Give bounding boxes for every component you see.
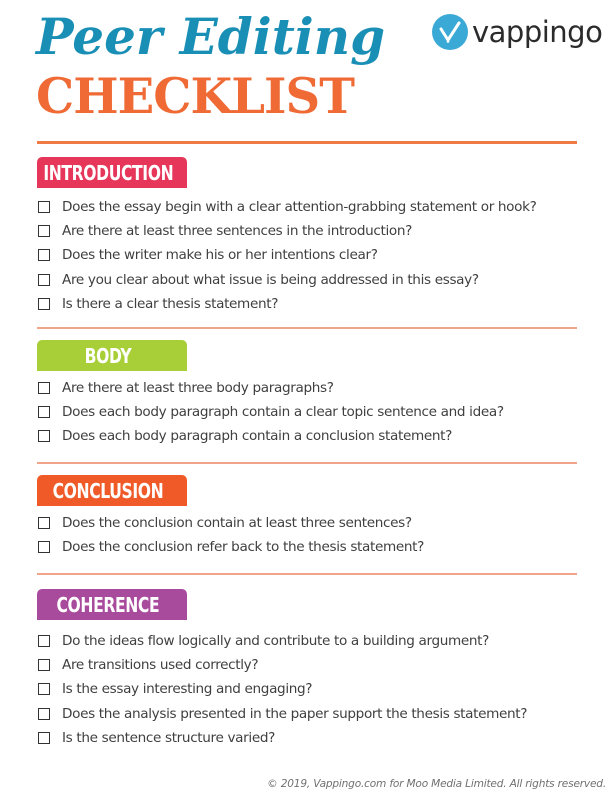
item-text: Does the writer make his or her intentio…	[62, 247, 378, 264]
checkbox[interactable]	[38, 659, 50, 672]
checklist: Are there at least three body paragraphs…	[37, 376, 577, 449]
item-text: Does each body paragraph contain a clear…	[62, 404, 504, 421]
section-coherence: COHERENCE Do the ideas flow logically an…	[37, 589, 577, 750]
item-text: Are there at least three sentences in th…	[62, 223, 413, 240]
section-title: BODY	[84, 343, 132, 368]
title-checklist: CHECKLIST	[36, 67, 355, 125]
checkbox[interactable]	[38, 201, 50, 214]
vappingo-logo: vappingo	[432, 14, 603, 50]
checklist-item[interactable]: Does each body paragraph contain a concl…	[37, 424, 577, 448]
checkbox[interactable]	[38, 249, 50, 262]
header-divider	[37, 141, 577, 144]
section-divider	[37, 573, 577, 575]
checklist: Does the essay begin with a clear attent…	[37, 195, 577, 316]
checklist-item[interactable]: Is the sentence structure varied?	[37, 726, 577, 750]
checklist-item[interactable]: Does the essay begin with a clear attent…	[37, 195, 577, 219]
checkbox[interactable]	[38, 406, 50, 419]
checkbox[interactable]	[38, 635, 50, 648]
section-title: CONCLUSION	[52, 478, 164, 503]
checkbox[interactable]	[38, 273, 50, 286]
checkbox[interactable]	[38, 541, 50, 554]
item-text: Is there a clear thesis statement?	[62, 295, 279, 312]
section-tab-conclusion: CONCLUSION	[37, 475, 187, 506]
checkmark-circle-icon	[432, 14, 468, 50]
checklist-item[interactable]: Does the conclusion contain at least thr…	[37, 511, 577, 535]
item-text: Does the analysis presented in the paper…	[62, 705, 528, 722]
item-text: Does the conclusion contain at least thr…	[62, 515, 412, 532]
item-text: Are you clear about what issue is being …	[62, 271, 479, 288]
checkbox[interactable]	[38, 297, 50, 310]
item-text: Are transitions used correctly?	[62, 657, 259, 674]
checkbox[interactable]	[38, 517, 50, 530]
checklist-item[interactable]: Do the ideas flow logically and contribu…	[37, 629, 577, 653]
copyright-footer: © 2019, Vappingo.com for Moo Media Limit…	[267, 778, 606, 790]
item-text: Is the sentence structure varied?	[62, 729, 275, 746]
item-text: Does the conclusion refer back to the th…	[62, 539, 425, 556]
section-divider	[37, 327, 577, 329]
checkbox[interactable]	[38, 225, 50, 238]
item-text: Is the essay interesting and engaging?	[62, 681, 313, 698]
section-title: COHERENCE	[56, 592, 160, 617]
section-tab-introduction: INTRODUCTION	[37, 157, 187, 188]
checklist-item[interactable]: Does the conclusion refer back to the th…	[37, 535, 577, 559]
checkbox[interactable]	[38, 683, 50, 696]
section-divider	[37, 462, 577, 464]
checklist-item[interactable]: Is the essay interesting and engaging?	[37, 677, 577, 701]
checklist-item[interactable]: Does each body paragraph contain a clear…	[37, 400, 577, 424]
title-peer-editing: Peer Editing	[36, 7, 386, 66]
section-introduction: INTRODUCTION Does the essay begin with a…	[37, 157, 577, 316]
checkbox[interactable]	[38, 707, 50, 720]
logo-text: vappingo	[472, 14, 603, 49]
section-tab-body: BODY	[37, 340, 187, 371]
section-conclusion: CONCLUSION Does the conclusion contain a…	[37, 475, 577, 559]
checklist: Does the conclusion contain at least thr…	[37, 511, 577, 559]
checklist-item[interactable]: Does the writer make his or her intentio…	[37, 243, 577, 267]
checklist-item[interactable]: Are you clear about what issue is being …	[37, 268, 577, 292]
checklist-item[interactable]: Are there at least three sentences in th…	[37, 219, 577, 243]
checklist-item[interactable]: Is there a clear thesis statement?	[37, 292, 577, 316]
item-text: Does the essay begin with a clear attent…	[62, 199, 537, 216]
checkbox[interactable]	[38, 382, 50, 395]
item-text: Do the ideas flow logically and contribu…	[62, 633, 490, 650]
item-text: Are there at least three body paragraphs…	[62, 380, 334, 397]
item-text: Does each body paragraph contain a concl…	[62, 428, 453, 445]
checklist-item[interactable]: Are transitions used correctly?	[37, 653, 577, 677]
section-body: BODY Are there at least three body parag…	[37, 340, 577, 449]
checklist-item[interactable]: Does the analysis presented in the paper…	[37, 702, 577, 726]
checkbox[interactable]	[38, 731, 50, 744]
checkbox[interactable]	[38, 430, 50, 443]
section-tab-coherence: COHERENCE	[37, 589, 187, 620]
section-title: INTRODUCTION	[43, 160, 173, 185]
checklist-item[interactable]: Are there at least three body paragraphs…	[37, 376, 577, 400]
checklist: Do the ideas flow logically and contribu…	[37, 629, 577, 750]
